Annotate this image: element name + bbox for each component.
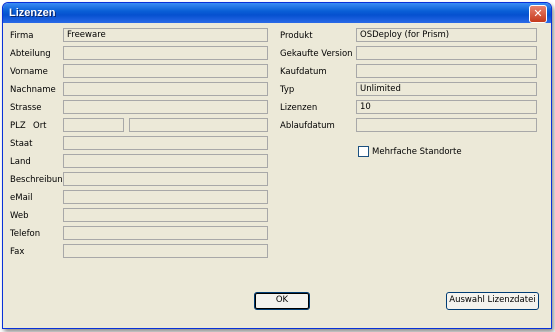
kaufdatum-field[interactable] (356, 64, 537, 78)
gekaufte-version-label: Gekaufte Version (280, 49, 353, 59)
abteilung-label: Abteilung (10, 49, 51, 59)
produkt-label: Produkt (280, 31, 313, 41)
fax-field[interactable] (63, 244, 268, 258)
lizenzen-field[interactable]: 10 (356, 100, 537, 114)
web-label: Web (10, 211, 29, 221)
land-label: Land (10, 157, 31, 167)
staat-field[interactable] (63, 136, 268, 150)
ablaufdatum-field[interactable] (356, 118, 537, 132)
vorname-label: Vorname (10, 67, 48, 77)
ablaufdatum-label: Ablaufdatum (280, 121, 335, 131)
plz-label: PLZ (10, 121, 26, 131)
staat-label: Staat (10, 139, 33, 149)
email-label: eMail (10, 193, 33, 203)
license-dialog: Lizenzen ✕ Firma Freeware Abteilung Vorn… (2, 2, 552, 329)
beschreibung-field[interactable] (63, 172, 268, 186)
web-field[interactable] (63, 208, 268, 222)
window-title: Lizenzen (9, 7, 56, 19)
close-button[interactable]: ✕ (529, 5, 547, 23)
strasse-field[interactable] (63, 100, 268, 114)
nachname-label: Nachname (10, 85, 56, 95)
mehrfache-standorte-checkbox[interactable] (358, 146, 369, 157)
land-field[interactable] (63, 154, 268, 168)
strasse-label: Strasse (10, 103, 42, 113)
abteilung-field[interactable] (63, 46, 268, 60)
title-bar[interactable]: Lizenzen ✕ (3, 3, 551, 23)
close-icon: ✕ (533, 7, 543, 20)
ort-label: Ort (33, 121, 47, 131)
produkt-field[interactable]: OSDeploy (for Prism) (356, 28, 537, 42)
email-field[interactable] (63, 190, 268, 204)
telefon-field[interactable] (63, 226, 268, 240)
plz-field[interactable] (63, 118, 124, 132)
telefon-label: Telefon (10, 229, 41, 239)
beschreibung-label: Beschreibung (10, 175, 69, 185)
typ-field[interactable]: Unlimited (356, 82, 537, 96)
firma-label: Firma (10, 31, 34, 41)
typ-label: Typ (280, 85, 295, 95)
lizenzen-label: Lizenzen (280, 103, 318, 113)
mehrfache-standorte-label[interactable]: Mehrfache Standorte (372, 147, 462, 157)
kaufdatum-label: Kaufdatum (280, 67, 327, 77)
ort-field[interactable] (129, 118, 268, 132)
fax-label: Fax (10, 247, 25, 257)
vorname-field[interactable] (63, 64, 268, 78)
gekaufte-version-field[interactable] (356, 46, 537, 60)
firma-field[interactable]: Freeware (63, 28, 268, 42)
nachname-field[interactable] (63, 82, 268, 96)
ok-button[interactable]: OK (254, 292, 310, 310)
auswahl-lizenzdatei-button[interactable]: Auswahl Lizenzdatei (446, 292, 539, 310)
